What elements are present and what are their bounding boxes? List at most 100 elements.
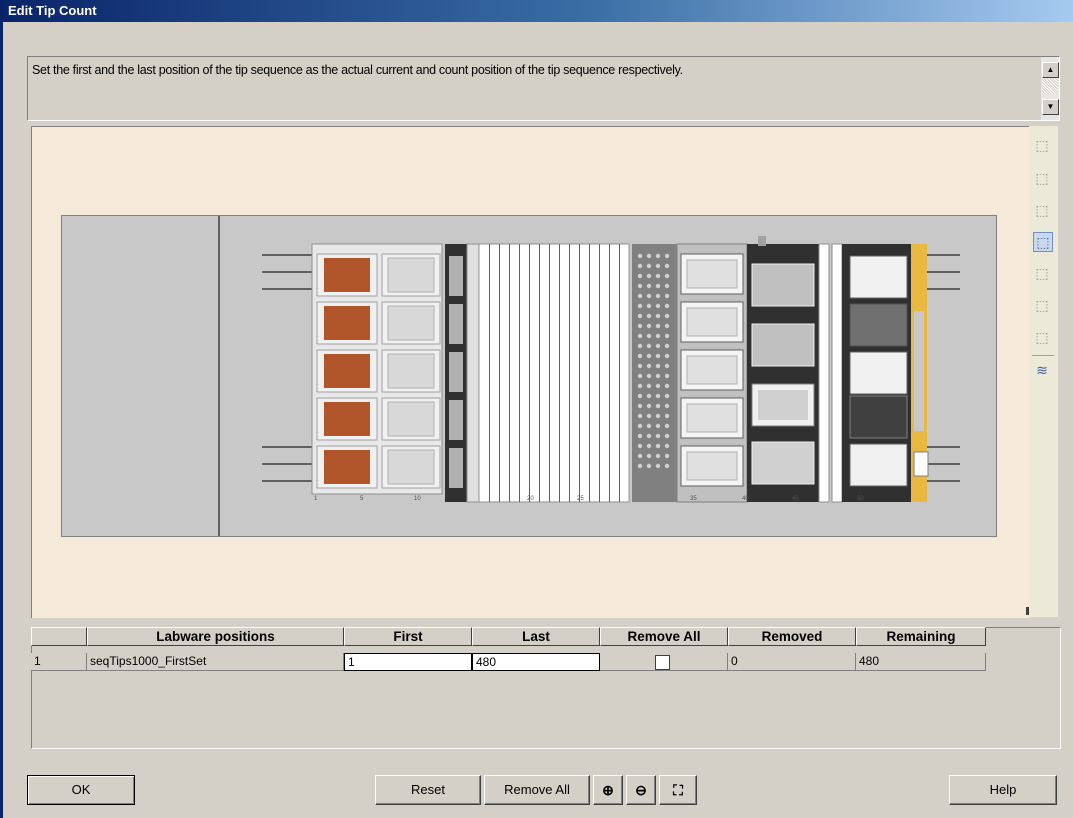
track-line (559, 244, 560, 502)
track-line (499, 244, 500, 502)
scroll-thumb[interactable] (1042, 78, 1058, 94)
rail-line (262, 463, 312, 465)
view-3d-selected-icon[interactable]: ⬚ (1033, 232, 1053, 252)
first-input[interactable]: 1 (344, 653, 472, 671)
removed-cell: 0 (728, 653, 856, 671)
tube-slot (637, 383, 643, 389)
worktable[interactable]: 1 5 10 20 25 35 40 45 50 (61, 215, 997, 537)
track-line (539, 244, 540, 502)
tip-rack-tips (324, 450, 370, 484)
tube-slot (646, 383, 652, 389)
track-label: 35 (690, 496, 697, 502)
tube-slot (637, 413, 643, 419)
tube-slot (637, 463, 643, 469)
layers-icon[interactable]: ≋ (1033, 361, 1051, 379)
track-line (529, 244, 530, 502)
tube-slot (655, 433, 661, 439)
track-label: 50 (857, 496, 864, 502)
track-label: 10 (414, 496, 421, 502)
scroll-up-button[interactable]: ▲ (1042, 62, 1059, 78)
track-label: 25 (577, 496, 584, 502)
last-input[interactable]: 480 (472, 653, 600, 671)
window-title: Edit Tip Count (8, 3, 97, 18)
view-3d-icon[interactable]: ⬚ (1033, 201, 1051, 219)
track-label: 40 (742, 496, 749, 502)
instruction-text: Set the first and the last position of t… (32, 63, 683, 77)
tube-slot (646, 263, 652, 269)
tube-slot (664, 463, 670, 469)
remove-all-cell[interactable] (600, 653, 728, 671)
header-labware-positions[interactable]: Labware positions (87, 627, 344, 646)
tube-slot (646, 293, 652, 299)
tube-slot (655, 373, 661, 379)
ok-button[interactable]: OK (27, 775, 135, 805)
empty-tracks (478, 243, 630, 503)
instruction-scrollbar[interactable]: ▲ ▼ (1041, 57, 1059, 120)
tube-slot (637, 313, 643, 319)
tip-rack-empty (387, 449, 435, 485)
tube-slot (637, 273, 643, 279)
plate (849, 443, 908, 487)
remove-all-button[interactable]: Remove All (484, 775, 590, 805)
tube-slot (637, 343, 643, 349)
track-line (569, 244, 570, 502)
trough (449, 400, 463, 440)
help-button[interactable]: Help (949, 775, 1057, 805)
remove-all-checkbox[interactable] (655, 655, 670, 670)
track-line (519, 244, 520, 502)
trough (449, 304, 463, 344)
deck-view[interactable]: 1 5 10 20 25 35 40 45 50 (31, 126, 1032, 618)
plate-wells (686, 307, 738, 337)
tube-slot (637, 403, 643, 409)
tube-slot (637, 303, 643, 309)
view-toolbar: ⬚ ⬚ ⬚ ⬚ ⬚ ⬚ ⬚ ≋ (1029, 126, 1058, 617)
tube-slot (637, 323, 643, 329)
reset-button[interactable]: Reset (375, 775, 481, 805)
header-last[interactable]: Last (472, 627, 600, 646)
track-line (579, 244, 580, 502)
plate (849, 351, 908, 395)
view-3d-icon[interactable]: ⬚ (1033, 136, 1051, 154)
tip-rack-tips (324, 354, 370, 388)
tube-slot (646, 373, 652, 379)
header-first[interactable]: First (344, 627, 472, 646)
tube-slot (646, 253, 652, 259)
view-3d-icon[interactable]: ⬚ (1033, 328, 1051, 346)
view-3d-icon[interactable]: ⬚ (1033, 169, 1051, 187)
tube-slot (646, 333, 652, 339)
tube-slot (664, 433, 670, 439)
view-3d-icon[interactable]: ⬚ (1033, 264, 1051, 282)
worktable-layout[interactable]: 1 5 10 20 25 35 40 45 50 (62, 216, 996, 536)
track-line (549, 244, 550, 502)
header-remove-all[interactable]: Remove All (600, 627, 728, 646)
track-label: 5 (360, 496, 364, 502)
header-remaining[interactable]: Remaining (856, 627, 986, 646)
tube-slot (655, 453, 661, 459)
zoom-fit-button[interactable]: ⛶ (659, 775, 697, 805)
tube-slot (646, 393, 652, 399)
tube-slot (655, 333, 661, 339)
tube-slot (664, 263, 670, 269)
tube-slot (646, 273, 652, 279)
zoom-in-button[interactable]: ⊕ (593, 775, 623, 805)
row-index: 1 (31, 653, 87, 671)
reservoir (751, 263, 815, 307)
tube-slot (637, 373, 643, 379)
track-line (489, 244, 490, 502)
track-line (599, 244, 600, 502)
zoom-out-button[interactable]: ⊖ (626, 775, 656, 805)
header-removed[interactable]: Removed (728, 627, 856, 646)
window-border (0, 22, 3, 818)
trough (449, 448, 463, 488)
tube-slot (646, 283, 652, 289)
tube-slot (664, 403, 670, 409)
tube-slot (655, 413, 661, 419)
labware-cell[interactable]: seqTips1000_FirstSet (87, 653, 344, 671)
tube-slot (646, 423, 652, 429)
track-line (589, 244, 590, 502)
scroll-down-button[interactable]: ▼ (1042, 99, 1059, 115)
plate-wells (686, 403, 738, 433)
tube-slot (637, 423, 643, 429)
view-3d-icon[interactable]: ⬚ (1033, 296, 1051, 314)
track-line (619, 244, 620, 502)
